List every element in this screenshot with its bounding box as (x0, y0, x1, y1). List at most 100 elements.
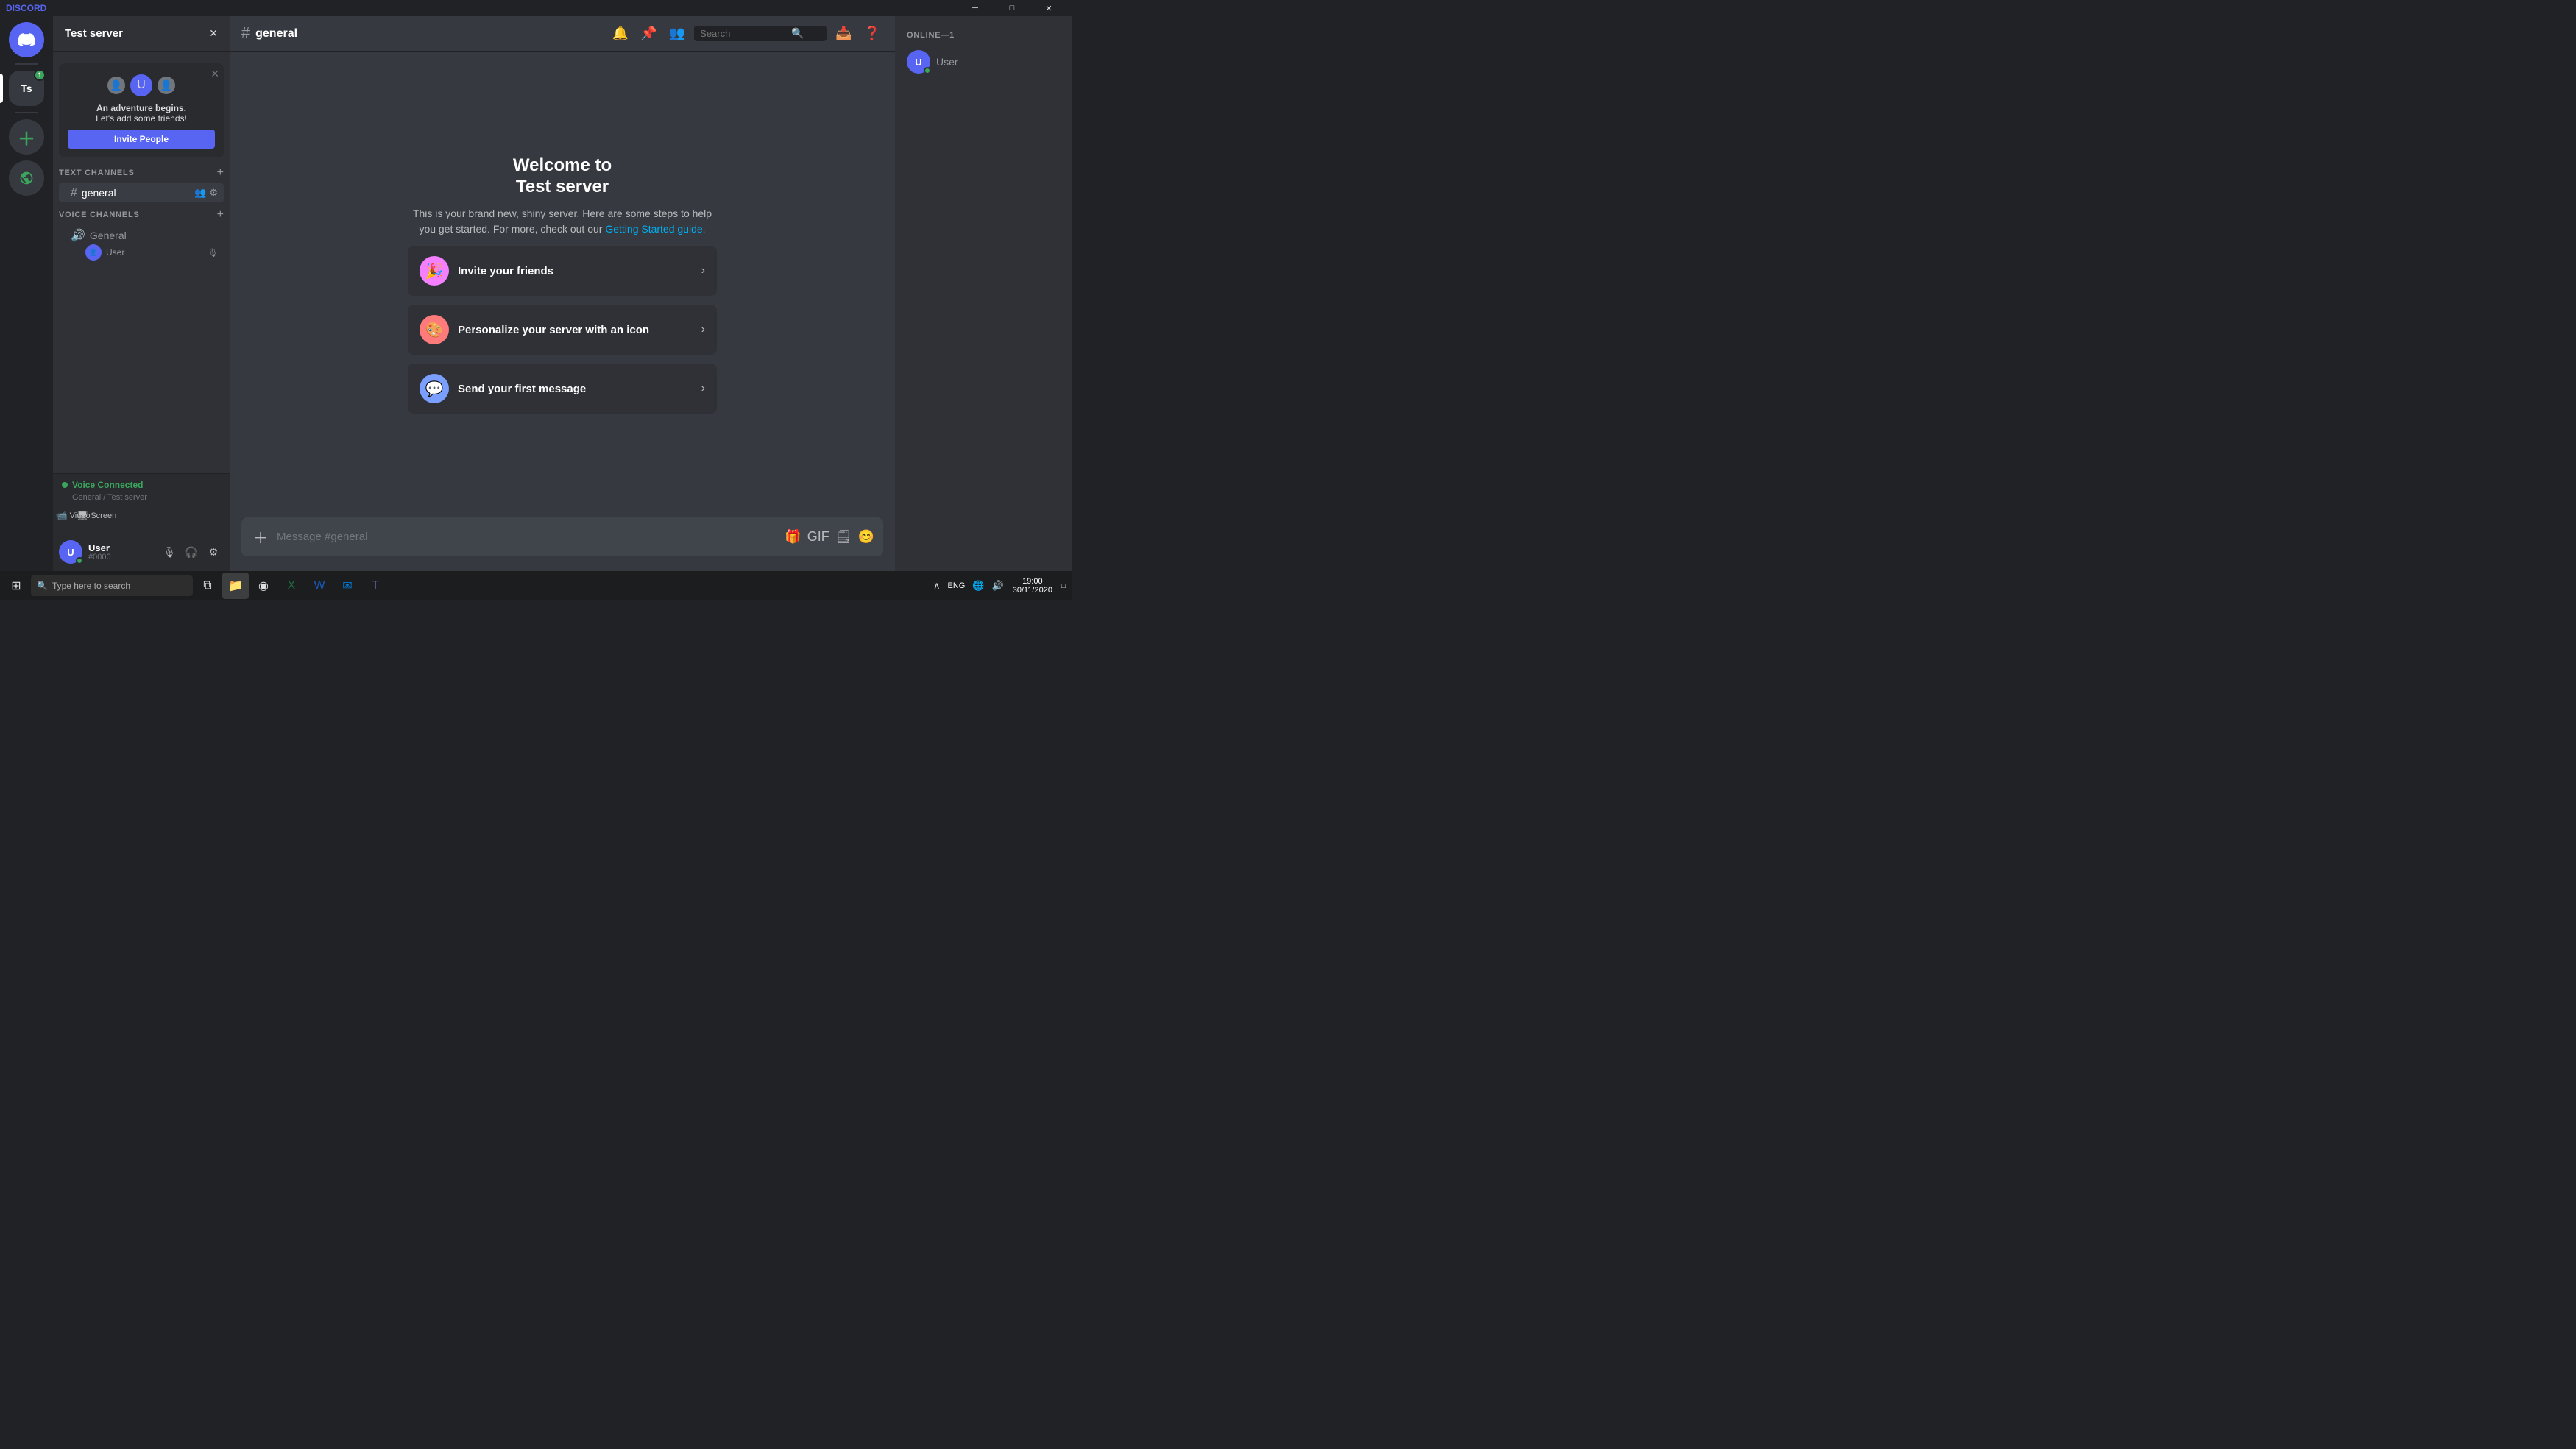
keyboard-icon: ENG (947, 581, 965, 590)
server-chevron-icon: ✕ (209, 27, 218, 40)
gif-icon[interactable]: GIF (807, 529, 829, 545)
sticker-icon[interactable]: 🗒 (835, 529, 852, 545)
task-view-button[interactable]: ⧉ (194, 573, 221, 599)
getting-started-link[interactable]: Getting Started guide. (605, 223, 705, 235)
user-area: U User #0000 🎙 🎧 ⚙ (53, 533, 230, 571)
main-content: # general 🔔 📌 👥 🔍 📥 ❓ Welcome to Test se… (230, 16, 895, 571)
personalize-card[interactable]: 🎨 Personalize your server with an icon › (408, 305, 717, 355)
teams-icon: T (372, 579, 379, 592)
pin-icon[interactable]: 📌 (637, 23, 659, 44)
add-voice-channel-button[interactable]: + (217, 208, 224, 222)
user-settings-button[interactable]: ⚙ (203, 542, 224, 562)
taskbar-search-box[interactable]: 🔍 Type here to search (31, 575, 193, 596)
file-explorer-button[interactable]: 📁 (222, 573, 249, 599)
chrome-icon: ◉ (258, 578, 269, 593)
word-button[interactable]: W (306, 573, 333, 599)
settings-gear-icon: ⚙ (209, 546, 219, 559)
server-badge: 1 (34, 69, 46, 81)
user-status-indicator (76, 557, 83, 564)
channel-item-general[interactable]: # general 👥 ⚙ (59, 183, 224, 202)
user-display-name: User (88, 543, 153, 553)
chrome-button[interactable]: ◉ (250, 573, 277, 599)
taskbar: ⊞ 🔍 Type here to search ⧉ 📁 ◉ X W ✉ T ∧ … (0, 571, 1072, 600)
outlook-button[interactable]: ✉ (334, 573, 361, 599)
server-icon-ts[interactable]: Ts 1 (9, 71, 44, 106)
channel-header-actions: 🔔 📌 👥 🔍 📥 ❓ (609, 23, 883, 44)
user-avatar-text: U (67, 547, 74, 558)
close-button[interactable]: ✕ (1032, 0, 1066, 16)
app-container: Ts 1 ＋ Test server ✕ ✕ 👤 U 👤 (0, 16, 1072, 571)
first-message-label: Send your first message (458, 383, 693, 395)
voice-user-item[interactable]: 👤 User 🎙 (71, 243, 218, 262)
first-message-chevron: › (701, 382, 705, 395)
taskbar-search-placeholder: Type here to search (52, 581, 130, 591)
settings-icon[interactable]: ⚙ (209, 187, 218, 199)
user-tag: #0000 (88, 553, 153, 561)
user-area-avatar: U (59, 540, 82, 564)
inbox-icon[interactable]: 📥 (832, 23, 854, 44)
tray-expand-button[interactable]: ∧ (930, 573, 944, 599)
avatar-center: U (128, 72, 155, 99)
minimize-button[interactable]: ─ (958, 0, 992, 16)
personalize-chevron: › (701, 323, 705, 336)
video-icon: 📹 (55, 510, 67, 522)
expand-icon: ∧ (933, 580, 941, 592)
start-button[interactable]: ⊞ (3, 573, 29, 599)
channel-header-hash-icon: # (241, 25, 250, 42)
add-text-channel-button[interactable]: + (217, 166, 224, 180)
vc-status-dot (62, 482, 68, 488)
explore-button[interactable] (9, 160, 44, 196)
tray-clock[interactable]: 19:00 30/11/2020 (1008, 577, 1057, 595)
show-desktop-button[interactable]: □ (1058, 573, 1069, 599)
mute-button[interactable]: 🎙 (159, 542, 180, 562)
title-bar-controls: ─ □ ✕ (958, 0, 1066, 16)
discord-home-button[interactable] (9, 22, 44, 57)
maximize-button[interactable]: □ (995, 0, 1029, 16)
first-message-card[interactable]: 💬 Send your first message › (408, 364, 717, 414)
avatar-right: 👤 (158, 77, 175, 94)
excel-button[interactable]: X (278, 573, 305, 599)
server-header[interactable]: Test server ✕ (53, 16, 230, 52)
welcome-description: This is your brand new, shiny server. He… (408, 206, 717, 237)
invite-popup-close-button[interactable]: ✕ (210, 68, 219, 80)
invite-people-button[interactable]: Invite People (68, 130, 215, 149)
emoji-icon[interactable]: 😊 (858, 529, 874, 545)
members-icon[interactable]: 👥 (666, 23, 688, 44)
invite-popup: ✕ 👤 U 👤 An adventure begins. Let's add s… (59, 63, 224, 157)
desktop-icon: □ (1061, 582, 1066, 590)
bell-icon[interactable]: 🔔 (609, 23, 631, 44)
discord-logo: DISCORD (6, 3, 46, 13)
volume-button[interactable]: 🔊 (989, 573, 1007, 599)
server-list-divider-2 (15, 112, 38, 113)
user-area-info: User #0000 (88, 543, 153, 561)
member-item[interactable]: U User (901, 46, 1066, 78)
network-icon-button[interactable]: 🌐 (969, 573, 987, 599)
message-input-icons: 🎁 GIF 🗒 😊 (785, 529, 874, 545)
deafen-button[interactable]: 🎧 (181, 542, 202, 562)
channel-search-bar[interactable]: 🔍 (694, 26, 827, 41)
invite-friends-card[interactable]: 🎉 Invite your friends › (408, 246, 717, 296)
search-input[interactable] (700, 28, 788, 39)
message-input[interactable] (277, 522, 779, 551)
personalize-icon: 🎨 (420, 315, 449, 344)
add-server-button[interactable]: ＋ (9, 119, 44, 155)
excel-icon: X (288, 579, 296, 592)
invite-friends-chevron: › (701, 264, 705, 277)
text-channel-icon: # (71, 186, 77, 199)
text-channels-section-header[interactable]: TEXT CHANNELS + (53, 163, 230, 183)
voice-connected-bar: Voice Connected General / Test server 📹 … (53, 473, 230, 533)
vc-screen-button[interactable]: 🖥 Screen (85, 505, 107, 527)
user-area-actions: 🎙 🎧 ⚙ (159, 542, 224, 562)
voice-channel-general[interactable]: 🔊 General 👤 User 🎙 (59, 225, 224, 265)
channel-sidebar: Test server ✕ ✕ 👤 U 👤 An adventure begin… (53, 16, 230, 571)
welcome-screen: Welcome to Test server This is your bran… (408, 155, 717, 414)
add-user-icon[interactable]: 👥 (194, 187, 206, 199)
teams-button[interactable]: T (362, 573, 389, 599)
voice-channels-section-header[interactable]: VOICE CHANNELS + (53, 205, 230, 224)
volume-icon: 🔊 (992, 580, 1004, 592)
attach-button[interactable]: ＋ (250, 517, 271, 556)
taskbar-tray: ∧ ENG 🌐 🔊 19:00 30/11/2020 □ (930, 573, 1069, 599)
help-icon[interactable]: ❓ (861, 23, 883, 44)
keyboard-layout-indicator[interactable]: ENG (944, 573, 968, 599)
gift-icon[interactable]: 🎁 (785, 529, 801, 545)
